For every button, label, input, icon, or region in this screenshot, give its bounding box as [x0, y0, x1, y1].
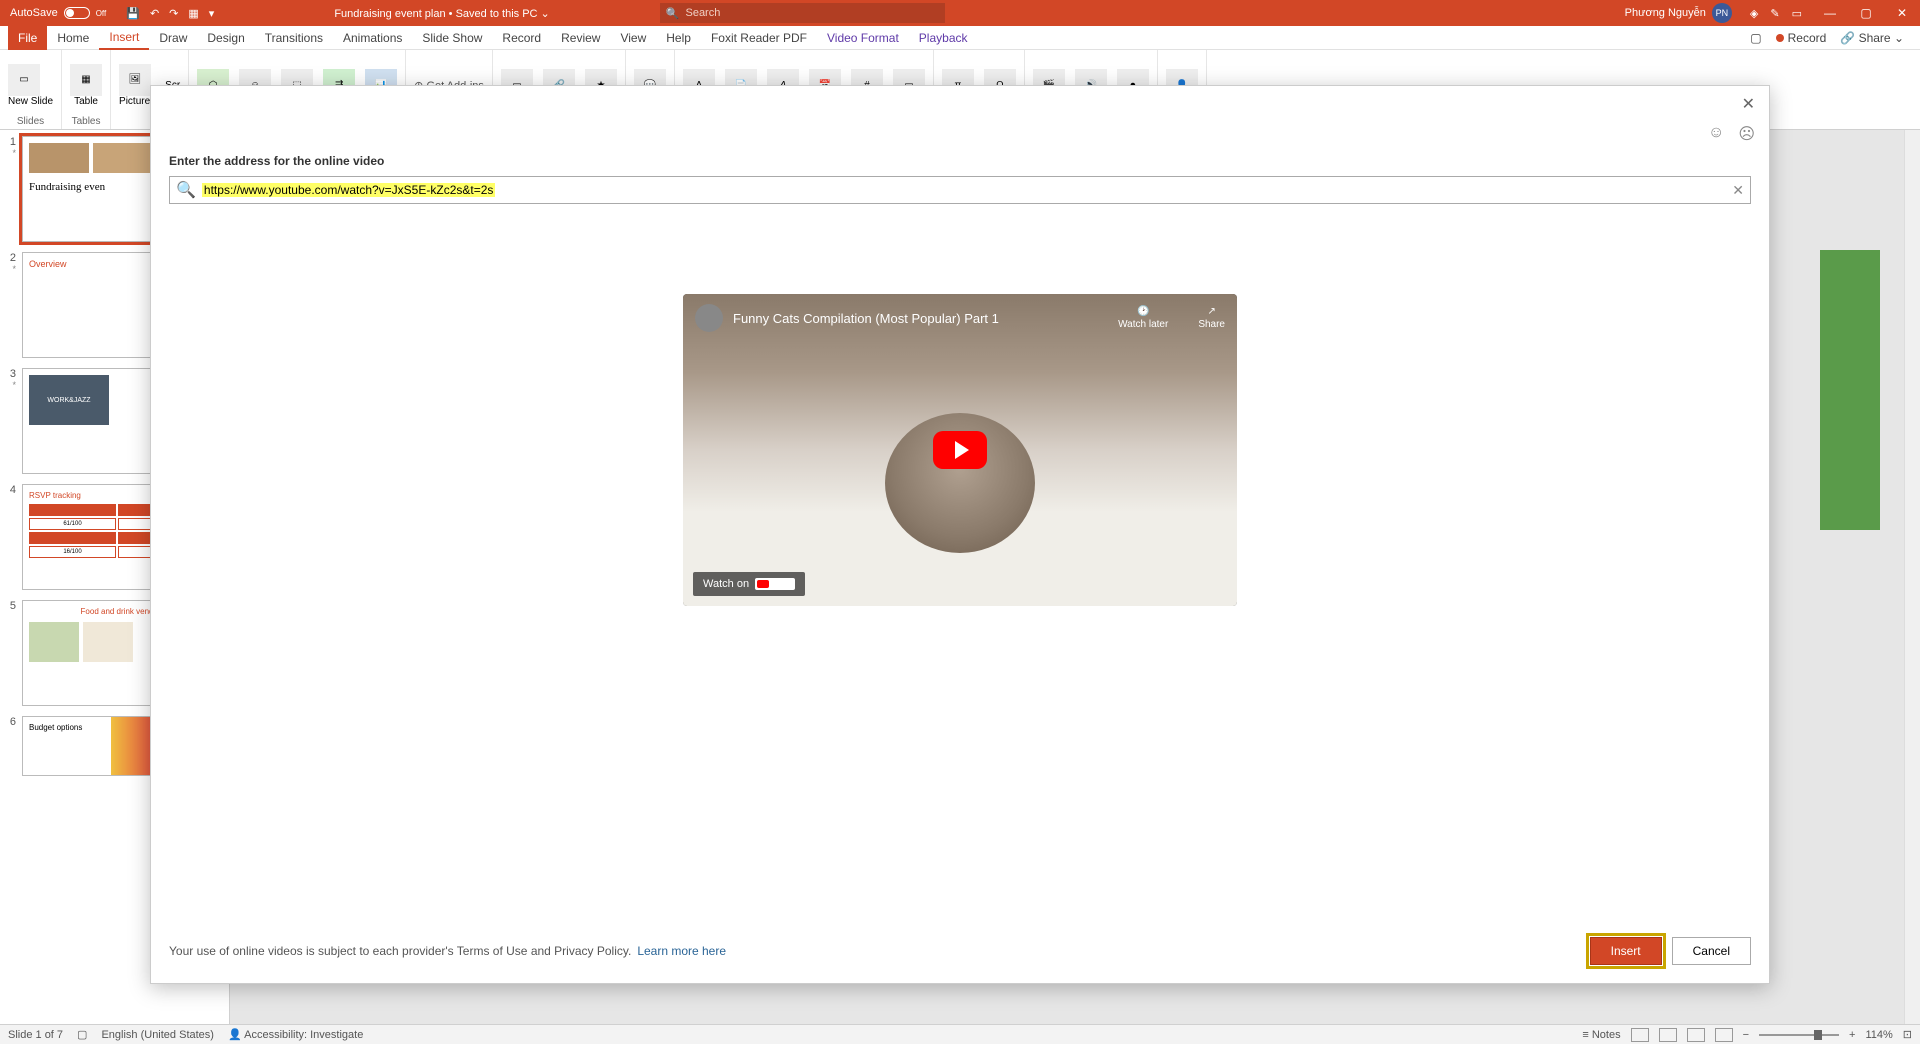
- dialog-label: Enter the address for the online video: [169, 154, 1751, 168]
- online-video-dialog: ✕ ☺ ☹ Enter the address for the online v…: [150, 85, 1770, 984]
- pencil-icon[interactable]: ✎: [1770, 7, 1779, 20]
- tab-help[interactable]: Help: [656, 26, 701, 50]
- tab-view[interactable]: View: [610, 26, 656, 50]
- disclaimer-text: Your use of online videos is subject to …: [169, 944, 631, 958]
- user-avatar: PN: [1712, 3, 1732, 23]
- url-input[interactable]: https://www.youtube.com/watch?v=JxS5E-kZ…: [202, 183, 495, 197]
- undo-icon[interactable]: ↶: [150, 7, 159, 20]
- sorter-view-icon[interactable]: [1659, 1028, 1677, 1042]
- learn-more-link[interactable]: Learn more here: [637, 944, 726, 958]
- save-icon[interactable]: 💾: [126, 7, 140, 20]
- toggle-icon: [64, 7, 90, 19]
- clear-input-icon[interactable]: ✕: [1732, 182, 1744, 199]
- tab-home[interactable]: Home: [47, 26, 99, 50]
- window-controls: — ▢ ✕: [1812, 0, 1920, 26]
- redo-icon[interactable]: ↷: [169, 7, 178, 20]
- cancel-button[interactable]: Cancel: [1672, 937, 1751, 965]
- vertical-scrollbar[interactable]: [1904, 130, 1920, 1024]
- close-button[interactable]: ✕: [1884, 0, 1920, 26]
- accessibility[interactable]: 👤 Accessibility: Investigate: [228, 1028, 363, 1041]
- share-button[interactable]: 🔗 Share ⌄: [1840, 31, 1904, 45]
- collapse-ribbon-icon[interactable]: ▢: [1750, 31, 1761, 45]
- tab-transitions[interactable]: Transitions: [255, 26, 333, 50]
- title-bar: AutoSave Off 💾 ↶ ↷ ▦ ▾ Fundraising event…: [0, 0, 1920, 26]
- maximize-button[interactable]: ▢: [1848, 0, 1884, 26]
- diamond-icon[interactable]: ◈: [1750, 7, 1758, 20]
- tab-draw[interactable]: Draw: [149, 26, 197, 50]
- search-icon: 🔍: [176, 180, 196, 200]
- language[interactable]: English (United States): [101, 1029, 214, 1041]
- zoom-slider[interactable]: [1759, 1034, 1839, 1036]
- autosave-toggle[interactable]: AutoSave Off: [0, 7, 116, 19]
- dialog-close-button[interactable]: ✕: [1742, 94, 1755, 114]
- tab-review[interactable]: Review: [551, 26, 610, 50]
- clock-icon: 🕑: [1137, 306, 1149, 317]
- share-icon: ↗: [1207, 306, 1215, 317]
- zoom-in[interactable]: +: [1849, 1029, 1855, 1041]
- new-slide-button[interactable]: ▭ New Slide: [8, 64, 53, 107]
- normal-view-icon[interactable]: [1631, 1028, 1649, 1042]
- window-icon[interactable]: ▭: [1792, 7, 1802, 20]
- fit-window-icon[interactable]: ⊡: [1903, 1028, 1912, 1041]
- notes-button[interactable]: ≡ Notes: [1582, 1029, 1620, 1041]
- tab-insert[interactable]: Insert: [99, 26, 149, 50]
- channel-avatar: [695, 304, 723, 332]
- new-slide-icon: ▭: [8, 64, 40, 96]
- search-icon: 🔍: [666, 7, 680, 20]
- slide-count[interactable]: Slide 1 of 7: [8, 1029, 63, 1041]
- tab-playback[interactable]: Playback: [909, 26, 978, 50]
- thumb-image: WORK&JAZZ: [29, 375, 109, 425]
- zoom-percent[interactable]: 114%: [1865, 1029, 1892, 1041]
- tab-record[interactable]: Record: [492, 26, 551, 50]
- quick-access-toolbar: 💾 ↶ ↷ ▦ ▾: [116, 7, 224, 20]
- minimize-button[interactable]: —: [1812, 0, 1848, 26]
- watch-later-button[interactable]: 🕑Watch later: [1118, 306, 1168, 330]
- group-label: Tables: [72, 116, 101, 127]
- user-account[interactable]: Phương Nguyễn PN: [1617, 3, 1740, 23]
- group-label: Slides: [17, 116, 44, 127]
- reading-view-icon[interactable]: [1687, 1028, 1705, 1042]
- tab-file[interactable]: File: [8, 26, 47, 50]
- zoom-out[interactable]: −: [1743, 1029, 1749, 1041]
- spell-icon[interactable]: ▢: [77, 1028, 87, 1041]
- user-name: Phương Nguyễn: [1625, 7, 1706, 19]
- video-title: Funny Cats Compilation (Most Popular) Pa…: [733, 311, 999, 326]
- table-icon: ▦: [70, 64, 102, 96]
- feedback-happy-icon[interactable]: ☺: [1708, 124, 1724, 144]
- ribbon-tabs: File Home Insert Draw Design Transitions…: [0, 26, 1920, 50]
- search-box[interactable]: 🔍: [660, 3, 945, 23]
- pictures-icon: 🖼: [119, 64, 151, 96]
- autosave-state: Off: [96, 9, 107, 18]
- tab-foxit[interactable]: Foxit Reader PDF: [701, 26, 817, 50]
- play-button[interactable]: [933, 431, 987, 469]
- doc-title[interactable]: Fundraising event plan • Saved to this P…: [334, 7, 549, 20]
- tab-animations[interactable]: Animations: [333, 26, 412, 50]
- url-input-box[interactable]: 🔍 https://www.youtube.com/watch?v=JxS5E-…: [169, 176, 1751, 204]
- title-icons: ◈ ✎ ▭: [1740, 7, 1812, 20]
- search-input[interactable]: [685, 7, 938, 19]
- group-slides: ▭ New Slide Slides: [0, 50, 62, 129]
- autosave-label: AutoSave: [10, 7, 58, 19]
- slide-green-strip: [1820, 250, 1880, 530]
- slideshow-view-icon[interactable]: [1715, 1028, 1733, 1042]
- table-button[interactable]: ▦ Table: [70, 64, 102, 107]
- tab-design[interactable]: Design: [197, 26, 254, 50]
- feedback-sad-icon[interactable]: ☹: [1738, 124, 1755, 144]
- more-icon[interactable]: ▾: [209, 7, 215, 20]
- insert-button[interactable]: Insert: [1590, 937, 1662, 965]
- status-bar: Slide 1 of 7 ▢ English (United States) 👤…: [0, 1024, 1920, 1044]
- group-tables: ▦ Table Tables: [62, 50, 111, 129]
- youtube-logo-icon: [755, 578, 795, 590]
- record-button[interactable]: Record: [1776, 31, 1827, 45]
- share-video-button[interactable]: ↗Share: [1198, 306, 1225, 330]
- watch-on-youtube[interactable]: Watch on: [693, 572, 805, 596]
- tab-video-format[interactable]: Video Format: [817, 26, 909, 50]
- tab-slideshow[interactable]: Slide Show: [412, 26, 492, 50]
- video-preview[interactable]: Funny Cats Compilation (Most Popular) Pa…: [683, 294, 1237, 606]
- present-icon[interactable]: ▦: [188, 7, 198, 20]
